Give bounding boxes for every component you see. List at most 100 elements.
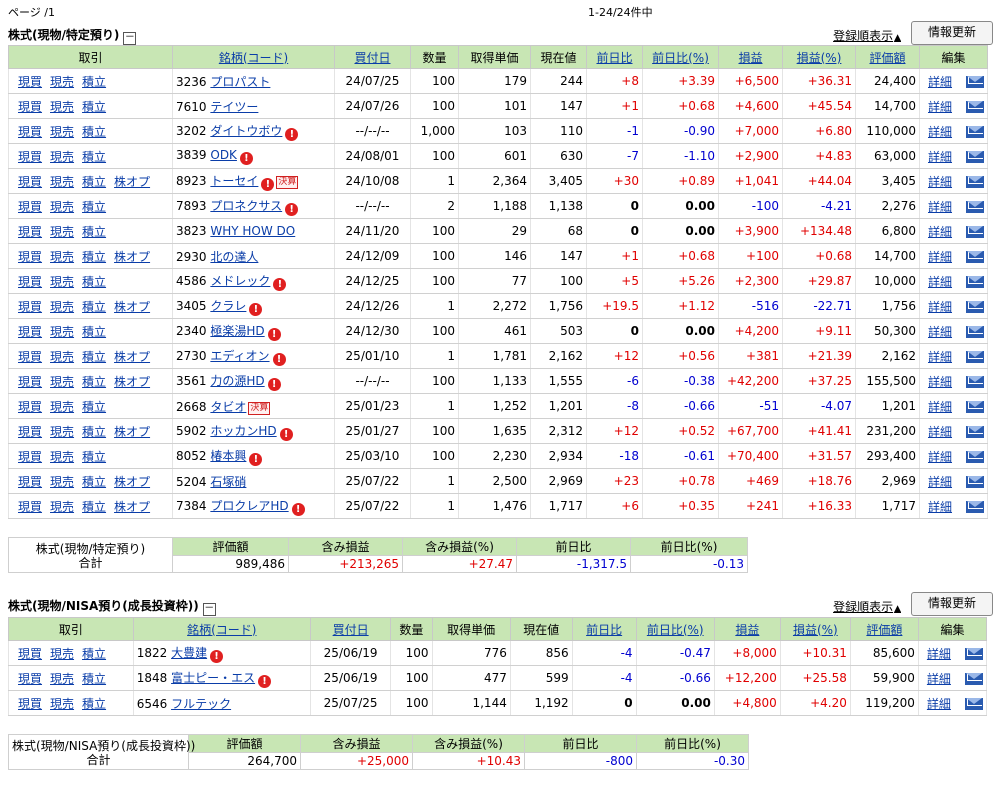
sell-link[interactable]: 現売	[50, 672, 74, 686]
stock-option-link[interactable]: 株オプ	[114, 175, 150, 189]
mail-icon[interactable]	[966, 500, 985, 513]
buy-link[interactable]: 現買	[18, 672, 42, 686]
detail-link[interactable]: 詳細	[928, 75, 952, 89]
stock-name-link[interactable]: クラレ	[210, 299, 246, 313]
mail-icon[interactable]	[966, 475, 985, 488]
mail-icon[interactable]	[966, 150, 985, 163]
column-header[interactable]: 前日比	[571, 617, 637, 641]
sort-link[interactable]: 評価額	[866, 623, 902, 637]
mail-icon[interactable]	[966, 300, 985, 313]
column-header[interactable]: 買付日	[309, 617, 392, 641]
detail-link[interactable]: 詳細	[928, 300, 952, 314]
stock-option-link[interactable]: 株オプ	[114, 250, 150, 264]
accumulate-link[interactable]: 積立	[82, 325, 106, 339]
column-header[interactable]: 評価額	[855, 45, 920, 69]
stock-name-link[interactable]: 石塚硝	[210, 475, 246, 489]
stock-name-link[interactable]: ダイトウボウ	[210, 124, 282, 138]
buy-link[interactable]: 現買	[18, 250, 42, 264]
stock-name-link[interactable]: 北の達人	[210, 250, 258, 264]
accumulate-link[interactable]: 積立	[82, 697, 106, 711]
mail-icon[interactable]	[966, 250, 985, 263]
sell-link[interactable]: 現売	[50, 400, 74, 414]
mail-icon[interactable]	[966, 400, 985, 413]
accumulate-link[interactable]: 積立	[82, 250, 106, 264]
warning-icon[interactable]: !	[249, 302, 263, 316]
buy-link[interactable]: 現買	[18, 275, 42, 289]
detail-link[interactable]: 詳細	[928, 225, 952, 239]
stock-name-link[interactable]: プロクレアHD	[210, 499, 288, 513]
column-header[interactable]: 銘柄(コード)	[172, 45, 335, 69]
warning-icon[interactable]: !	[285, 127, 299, 141]
buy-link[interactable]: 現買	[18, 325, 42, 339]
buy-link[interactable]: 現買	[18, 200, 42, 214]
warning-icon[interactable]: !	[272, 352, 286, 366]
mail-icon[interactable]	[964, 697, 983, 710]
update-button[interactable]: 情報更新	[911, 592, 993, 616]
column-header[interactable]: 損益	[713, 617, 781, 641]
mail-icon[interactable]	[966, 100, 985, 113]
warning-icon[interactable]: !	[239, 151, 253, 165]
register-order-link[interactable]: 登録順表示▲	[833, 598, 901, 615]
register-order-link[interactable]: 登録順表示▲	[833, 27, 901, 44]
sort-link[interactable]: 銘柄(コード)	[187, 623, 256, 637]
mail-icon[interactable]	[966, 425, 985, 438]
column-header[interactable]: 買付日	[334, 45, 411, 69]
warning-icon[interactable]: !	[273, 277, 287, 291]
detail-link[interactable]: 詳細	[928, 175, 952, 189]
detail-link[interactable]: 詳細	[928, 425, 952, 439]
stock-name-link[interactable]: 力の源HD	[210, 374, 264, 388]
detail-link[interactable]: 詳細	[928, 375, 952, 389]
warning-icon[interactable]: !	[267, 377, 281, 391]
accumulate-link[interactable]: 積立	[82, 275, 106, 289]
column-header[interactable]: 損益	[718, 45, 783, 69]
sort-link[interactable]: 買付日	[354, 51, 390, 65]
warning-icon[interactable]: !	[261, 177, 275, 191]
accumulate-link[interactable]: 積立	[82, 225, 106, 239]
sell-link[interactable]: 現売	[50, 225, 74, 239]
sell-link[interactable]: 現売	[50, 250, 74, 264]
column-header[interactable]: 前日比	[586, 45, 643, 69]
sell-link[interactable]: 現売	[50, 100, 74, 114]
stock-name-link[interactable]: 椿本興	[210, 449, 246, 463]
warning-icon[interactable]: !	[249, 452, 263, 466]
stock-name-link[interactable]: 大豊建	[171, 646, 207, 660]
detail-link[interactable]: 詳細	[928, 150, 952, 164]
column-header[interactable]: 前日比(%)	[635, 617, 715, 641]
mail-icon[interactable]	[966, 75, 985, 88]
detail-link[interactable]: 詳細	[928, 275, 952, 289]
stock-name-link[interactable]: プロパスト	[210, 75, 270, 89]
accumulate-link[interactable]: 積立	[82, 175, 106, 189]
column-header[interactable]: 損益(%)	[779, 617, 851, 641]
mail-icon[interactable]	[966, 325, 985, 338]
accumulate-link[interactable]: 積立	[82, 647, 106, 661]
accumulate-link[interactable]: 積立	[82, 400, 106, 414]
stock-name-link[interactable]: エディオン	[210, 349, 269, 363]
mail-icon[interactable]	[966, 200, 985, 213]
accumulate-link[interactable]: 積立	[82, 672, 106, 686]
mail-icon[interactable]	[966, 450, 985, 463]
sort-link[interactable]: 損益	[738, 51, 762, 65]
sell-link[interactable]: 現売	[50, 350, 74, 364]
warning-icon[interactable]: !	[291, 502, 305, 516]
buy-link[interactable]: 現買	[18, 697, 42, 711]
buy-link[interactable]: 現買	[18, 125, 42, 139]
stock-name-link[interactable]: テイツー	[210, 100, 258, 114]
stock-option-link[interactable]: 株オプ	[114, 300, 150, 314]
sell-link[interactable]: 現売	[50, 500, 74, 514]
accumulate-link[interactable]: 積立	[82, 200, 106, 214]
mail-icon[interactable]	[966, 275, 985, 288]
stock-name-link[interactable]: メドレック	[210, 274, 270, 288]
sell-link[interactable]: 現売	[50, 375, 74, 389]
mail-icon[interactable]	[964, 647, 983, 660]
sell-link[interactable]: 現売	[50, 647, 74, 661]
column-header[interactable]: 前日比(%)	[642, 45, 719, 69]
sort-link[interactable]: 前日比	[596, 51, 632, 65]
collapse-toggle[interactable]: －	[123, 32, 137, 45]
collapse-toggle[interactable]: －	[202, 603, 216, 616]
stock-name-link[interactable]: プロネクサス	[210, 199, 282, 213]
stock-option-link[interactable]: 株オプ	[114, 425, 150, 439]
accumulate-link[interactable]: 積立	[82, 500, 106, 514]
sort-link[interactable]: 前日比(%)	[647, 623, 704, 637]
buy-link[interactable]: 現買	[18, 175, 42, 189]
earnings-badge[interactable]: 決算	[248, 401, 271, 415]
